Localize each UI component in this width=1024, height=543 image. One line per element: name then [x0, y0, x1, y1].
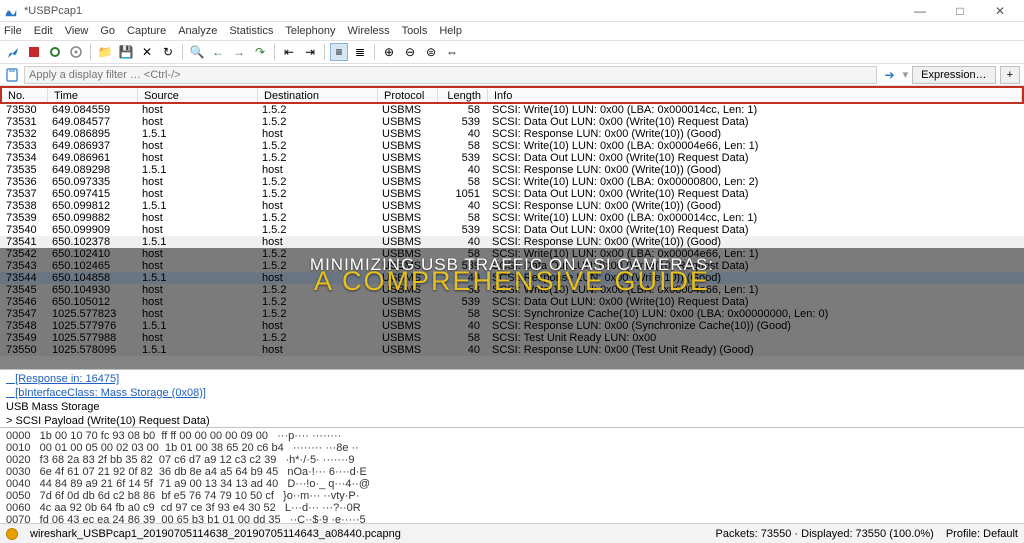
col-time[interactable]: Time: [48, 88, 138, 102]
filter-add-button[interactable]: +: [1000, 66, 1020, 84]
wireshark-icon: [4, 4, 18, 18]
packet-row[interactable]: 73544650.1048581.5.1hostUSBMS40SCSI: Res…: [0, 272, 1024, 284]
status-file: wireshark_USBPcap1_20190705114638_201907…: [30, 528, 401, 540]
status-profile[interactable]: Profile: Default: [946, 528, 1018, 540]
menu-help[interactable]: Help: [439, 25, 462, 37]
packet-row[interactable]: 73541650.1023781.5.1hostUSBMS40SCSI: Res…: [0, 236, 1024, 248]
toolbar-find[interactable]: 🔍: [188, 43, 206, 61]
toolbar-go-back[interactable]: ←: [209, 43, 227, 61]
window-close[interactable]: ✕: [980, 0, 1020, 22]
col-destination[interactable]: Destination: [258, 88, 378, 102]
col-protocol[interactable]: Protocol: [378, 88, 438, 102]
packet-row[interactable]: 73536650.097335host1.5.2USBMS58SCSI: Wri…: [0, 176, 1024, 188]
filter-apply-icon[interactable]: ➔: [881, 66, 899, 84]
detail-usb-mass-storage[interactable]: USB Mass Storage: [6, 400, 1018, 414]
packet-details-pane[interactable]: [Response in: 16475] [bInterfaceClass: M…: [0, 369, 1024, 427]
toolbar-zoom-in[interactable]: ⊕: [380, 43, 398, 61]
packet-row[interactable]: 73542650.102410host1.5.2USBMS58SCSI: Wri…: [0, 248, 1024, 260]
packet-row[interactable]: 735471025.577823host1.5.2USBMS58SCSI: Sy…: [0, 308, 1024, 320]
menu-statistics[interactable]: Statistics: [229, 25, 273, 37]
packet-row[interactable]: 735481025.5779761.5.1hostUSBMS40SCSI: Re…: [0, 320, 1024, 332]
detail-response-link[interactable]: [Response in: 16475]: [6, 372, 1018, 386]
toolbar-reload[interactable]: ↻: [159, 43, 177, 61]
detail-interface-class[interactable]: [bInterfaceClass: Mass Storage (0x08)]: [6, 386, 1018, 400]
menu-capture[interactable]: Capture: [127, 25, 166, 37]
menubar: File Edit View Go Capture Analyze Statistics Te…: [0, 22, 1024, 40]
window-maximize[interactable]: □: [940, 0, 980, 22]
window-minimize[interactable]: —: [900, 0, 940, 22]
hex-row[interactable]: 0040 44 84 89 a9 21 6f 14 5f 71 a9 00 13…: [6, 478, 1018, 490]
menu-analyze[interactable]: Analyze: [178, 25, 217, 37]
packet-row[interactable]: 73543650.102465host1.5.2USBMS539SCSI: Da…: [0, 260, 1024, 272]
menu-tools[interactable]: Tools: [402, 25, 428, 37]
hex-row[interactable]: 0020 f3 68 2a 83 2f bb 35 82 07 c6 d7 a9…: [6, 454, 1018, 466]
packet-row[interactable]: 73546650.105012host1.5.2USBMS539SCSI: Da…: [0, 296, 1024, 308]
toolbar-close-file[interactable]: ✕: [138, 43, 156, 61]
bookmark-filter-icon[interactable]: [4, 67, 20, 83]
packet-row[interactable]: 73540650.099909host1.5.2USBMS539SCSI: Da…: [0, 224, 1024, 236]
toolbar-auto-scroll[interactable]: ≡: [330, 43, 348, 61]
toolbar-colorize[interactable]: ≣: [351, 43, 369, 61]
menu-edit[interactable]: Edit: [34, 25, 53, 37]
packet-row[interactable]: 73535649.0892981.5.1hostUSBMS40SCSI: Res…: [0, 164, 1024, 176]
hex-row[interactable]: 0030 6e 4f 61 07 21 92 0f 82 36 db 8e a4…: [6, 466, 1018, 478]
status-packets: Packets: 73550 · Displayed: 73550 (100.0…: [716, 528, 934, 540]
toolbar-start-capture[interactable]: [4, 43, 22, 61]
toolbar-stop-capture[interactable]: [25, 43, 43, 61]
expert-info-icon[interactable]: [6, 528, 18, 540]
packet-row[interactable]: 735491025.577988host1.5.2USBMS58SCSI: Te…: [0, 332, 1024, 344]
hex-row[interactable]: 0010 00 01 00 05 00 02 03 00 1b 01 00 38…: [6, 442, 1018, 454]
packet-row[interactable]: 73537650.097415host1.5.2USBMS1051SCSI: D…: [0, 188, 1024, 200]
packet-row[interactable]: 73545650.104930host1.5.2USBMS58SCSI: Wri…: [0, 284, 1024, 296]
menu-telephony[interactable]: Telephony: [285, 25, 335, 37]
col-source[interactable]: Source: [138, 88, 258, 102]
toolbar-capture-options[interactable]: [67, 43, 85, 61]
hex-row[interactable]: 0050 7d 6f 0d db 6d c2 b8 86 bf e5 76 74…: [6, 490, 1018, 502]
packet-row[interactable]: 73539650.099882host1.5.2USBMS58SCSI: Wri…: [0, 212, 1024, 224]
packet-row[interactable]: 73532649.0868951.5.1hostUSBMS40SCSI: Res…: [0, 128, 1024, 140]
toolbar-go-forward[interactable]: →: [230, 43, 248, 61]
col-no[interactable]: No.: [2, 88, 48, 102]
menu-file[interactable]: File: [4, 25, 22, 37]
packet-row[interactable]: 73534649.086961host1.5.2USBMS539SCSI: Da…: [0, 152, 1024, 164]
toolbar-go-last[interactable]: ⇥: [301, 43, 319, 61]
display-filter-bar: ➔ ▾ Expression… +: [0, 64, 1024, 86]
packet-row[interactable]: 735501025.5780951.5.1hostUSBMS40SCSI: Re…: [0, 344, 1024, 356]
display-filter-input[interactable]: [24, 66, 877, 84]
hex-row[interactable]: 0000 1b 00 10 70 fc 93 08 b0 ff ff 00 00…: [6, 430, 1018, 442]
packet-bytes-pane[interactable]: 0000 1b 00 10 70 fc 93 08 b0 ff ff 00 00…: [0, 427, 1024, 527]
toolbar-restart-capture[interactable]: [46, 43, 64, 61]
packet-row[interactable]: 73530649.084559host1.5.2USBMS58SCSI: Wri…: [0, 104, 1024, 116]
filter-expression-button[interactable]: Expression…: [912, 66, 995, 84]
window-titlebar: *USBPcap1 — □ ✕: [0, 0, 1024, 22]
packet-list[interactable]: 73530649.084559host1.5.2USBMS58SCSI: Wri…: [0, 104, 1024, 369]
packet-row[interactable]: 73533649.086937host1.5.2USBMS58SCSI: Wri…: [0, 140, 1024, 152]
statusbar: wireshark_USBPcap1_20190705114638_201907…: [0, 523, 1024, 543]
toolbar-resize-columns[interactable]: ⇔: [443, 43, 461, 61]
toolbar-zoom-reset[interactable]: ⊜: [422, 43, 440, 61]
packet-row[interactable]: 73531649.084577host1.5.2USBMS539SCSI: Da…: [0, 116, 1024, 128]
menu-view[interactable]: View: [65, 25, 89, 37]
col-info[interactable]: Info: [488, 88, 1022, 102]
menu-wireless[interactable]: Wireless: [348, 25, 390, 37]
detail-scsi-payload[interactable]: > SCSI Payload (Write(10) Request Data): [6, 414, 1018, 427]
toolbar: 📁 💾 ✕ ↻ 🔍 ← → ↷ ⇤ ⇥ ≡ ≣ ⊕ ⊖ ⊜ ⇔: [0, 40, 1024, 64]
col-length[interactable]: Length: [438, 88, 488, 102]
toolbar-save[interactable]: 💾: [117, 43, 135, 61]
packet-list-header: No. Time Source Destination Protocol Len…: [0, 86, 1024, 104]
packet-row[interactable]: 73538650.0998121.5.1hostUSBMS40SCSI: Res…: [0, 200, 1024, 212]
window-title: *USBPcap1: [24, 5, 82, 17]
toolbar-open[interactable]: 📁: [96, 43, 114, 61]
toolbar-zoom-out[interactable]: ⊖: [401, 43, 419, 61]
hex-row[interactable]: 0060 4c aa 92 0b 64 fb a0 c9 cd 97 ce 3f…: [6, 502, 1018, 514]
toolbar-go-to-packet[interactable]: ↷: [251, 43, 269, 61]
toolbar-go-first[interactable]: ⇤: [280, 43, 298, 61]
menu-go[interactable]: Go: [100, 25, 115, 37]
